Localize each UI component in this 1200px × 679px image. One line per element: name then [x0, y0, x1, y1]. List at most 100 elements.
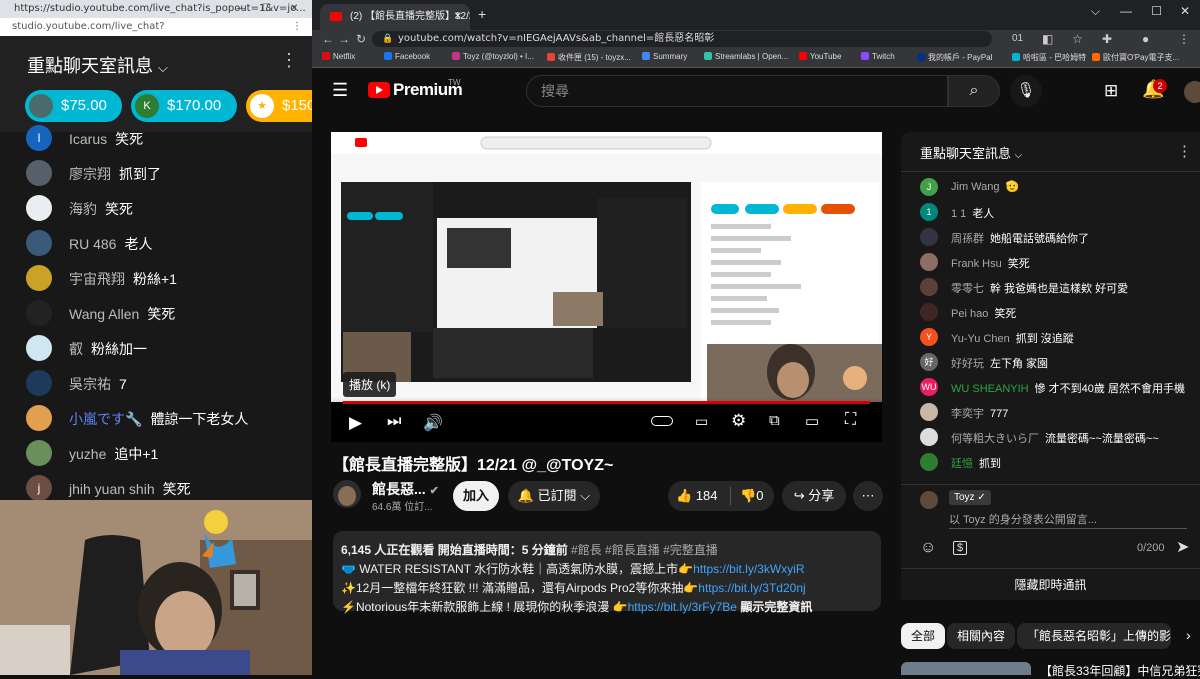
back-icon[interactable]: ← — [322, 30, 334, 48]
bookmark-item[interactable]: YouTube — [799, 52, 841, 61]
share-button[interactable]: ↪ 分享 — [782, 481, 846, 511]
avatar[interactable]: 1 — [920, 203, 938, 221]
description-link[interactable]: https://bit.ly/3kWxyiR — [693, 562, 804, 576]
address-bar[interactable]: 🔒 youtube.com/watch?v=nIEGAejAAVs&ab_cha… — [372, 31, 992, 47]
message-author[interactable]: 零零七幹 我爸媽也是這樣欸 好可愛 — [951, 280, 1128, 296]
message-author[interactable]: Wang Allen 笑死 — [69, 304, 175, 324]
close-icon[interactable]: ✕ — [290, 0, 298, 18]
bookmark-item[interactable]: 哈啦區 - 巴哈姆特 — [1012, 52, 1086, 63]
tab-search-icon[interactable]: ⌵ — [1091, 4, 1100, 19]
channel-avatar[interactable] — [333, 480, 361, 508]
message-author[interactable]: 廷憶 抓到 — [951, 455, 1001, 471]
extension-icon[interactable]: 01 — [1012, 30, 1023, 48]
theater-mode-icon[interactable]: ▭ — [805, 412, 819, 430]
youtube-logo-icon[interactable] — [368, 82, 390, 98]
hamburger-menu-icon[interactable]: ☰ — [332, 80, 348, 101]
bookmark-item[interactable]: Streamlabs | Open... — [704, 52, 788, 61]
avatar[interactable] — [920, 428, 938, 446]
extension-icon[interactable]: ◧ — [1042, 30, 1053, 48]
play-icon[interactable]: ▶ — [349, 413, 362, 433]
puzzle-icon[interactable]: ✚ — [1102, 30, 1112, 48]
chevron-right-icon[interactable]: › — [1186, 627, 1191, 643]
avatar[interactable]: j — [26, 475, 52, 501]
emoji-icon[interactable]: ☺ — [920, 539, 936, 557]
bookmark-item[interactable]: 收件匣 (15) - toyzx... — [547, 52, 631, 63]
volume-icon[interactable]: 🔊 — [423, 413, 443, 433]
avatar[interactable] — [26, 300, 52, 326]
close-tab-icon[interactable]: ✕ — [454, 4, 462, 30]
voice-search-button[interactable]: 🎙 — [1010, 75, 1042, 107]
account-avatar[interactable] — [1184, 81, 1200, 103]
bookmark-item[interactable]: Twitch — [861, 52, 895, 61]
send-icon[interactable]: ➤ — [1176, 537, 1189, 557]
description-link[interactable]: https://bit.ly/3Td20nj — [698, 581, 805, 595]
message-author[interactable]: 小嵐です🔧 體諒一下老女人 — [69, 409, 248, 429]
subtitles-icon[interactable]: ▭ — [695, 413, 708, 430]
avatar[interactable] — [920, 303, 938, 321]
create-video-icon[interactable]: ⊞ — [1104, 81, 1118, 101]
maximize-icon[interactable]: ☐ — [262, 0, 271, 18]
message-author[interactable]: Pei hao 笑死 — [951, 305, 1016, 321]
message-author[interactable]: Icarus 笑死 — [69, 129, 143, 149]
bookmark-item[interactable]: 我的帳戶 - PayPal — [917, 52, 992, 63]
settings-gear-icon[interactable]: ⚙ — [731, 411, 746, 431]
avatar[interactable] — [920, 453, 938, 471]
super-chat-ticker[interactable]: ★ $150 — [246, 90, 312, 122]
avatar[interactable]: Y — [920, 328, 938, 346]
next-icon[interactable]: ⏭ — [387, 413, 401, 431]
message-author[interactable]: jhih yuan shih 笑死 — [69, 479, 191, 499]
avatar[interactable] — [26, 335, 52, 361]
super-chat-icon[interactable]: $ — [953, 541, 968, 555]
bookmark-item[interactable]: Toyz (@toyzlol) • I... — [452, 52, 534, 61]
message-author[interactable]: 廖宗翔 抓到了 — [69, 164, 161, 184]
chat-mode-dropdown[interactable]: 重點聊天室訊息 ⌵ — [920, 143, 1022, 162]
new-tab-icon[interactable]: + — [478, 6, 486, 22]
chat-mode-dropdown[interactable]: 重點聊天室訊息 ⌵ — [27, 52, 168, 78]
message-author[interactable]: 宇宙飛翔 粉絲+1 — [69, 269, 177, 289]
kebab-menu-icon[interactable]: ⋮ — [280, 50, 298, 71]
message-author[interactable]: 周孫群 她船電話號碼給你了 — [951, 230, 1089, 246]
close-window-icon[interactable]: ✕ — [1180, 4, 1190, 18]
description-link[interactable]: https://bit.ly/3rFy7Be — [628, 600, 737, 614]
message-author[interactable]: Yu-Yu Chen 抓到 沒追蹤 — [951, 330, 1074, 346]
super-chat-ticker[interactable]: $75.00 — [25, 90, 122, 122]
message-author[interactable]: 李奕宇 777 — [951, 405, 1008, 421]
reload-icon[interactable]: ↻ — [356, 30, 366, 48]
avatar[interactable]: 好 — [920, 353, 938, 371]
chrome-menu-icon[interactable]: ⋮ — [1178, 30, 1190, 48]
chip-related[interactable]: 相關內容 — [947, 623, 1016, 649]
message-author[interactable]: 何等粗大きいら厂 流量密碼~~流量密碼~~ — [951, 430, 1159, 446]
chip-all[interactable]: 全部 — [901, 623, 946, 649]
avatar[interactable] — [26, 440, 52, 466]
super-chat-ticker[interactable]: K $170.00 — [131, 90, 237, 122]
profile-icon[interactable]: ● — [1142, 30, 1149, 48]
message-author[interactable]: 叡粉絲加一 — [69, 339, 147, 359]
show-more-link[interactable]: 顯示完整資訊 — [740, 600, 812, 614]
video-player[interactable]: 播放 (k) ▶ ⏭ 🔊 ▭ ⚙ ⧉ ▭ ⛶ — [331, 132, 882, 442]
avatar[interactable] — [26, 195, 52, 221]
message-author[interactable]: 吳宗祐 7 — [69, 374, 127, 394]
more-icon[interactable]: ⋮ — [292, 18, 302, 36]
minimize-icon[interactable]: — — [1120, 4, 1132, 18]
message-author[interactable]: WU SHEANYIH 慘 才不到40歲 居然不會用手機 — [951, 380, 1185, 396]
bookmark-star-icon[interactable]: ☆ — [1072, 30, 1083, 48]
avatar[interactable] — [920, 228, 938, 246]
avatar[interactable] — [26, 405, 52, 431]
kebab-menu-icon[interactable]: ⋮ — [1177, 142, 1192, 160]
chip-channel-uploads[interactable]: 「館長惡名昭彰」上傳的影片 — [1017, 623, 1171, 649]
avatar[interactable] — [920, 403, 938, 421]
bookmark-item[interactable]: 歐付寶O'Pay電子支... — [1092, 52, 1179, 63]
forward-icon[interactable]: → — [338, 30, 350, 48]
video-description[interactable]: 6,145 人正在觀看 開始直播時間：5 分鐘前 #館長 #館長直播 #完整直播… — [333, 531, 881, 614]
dislike-button[interactable]: 👎0 — [740, 481, 763, 511]
popout-address-bar[interactable]: studio.youtube.com/live_chat?is_popout=1… — [0, 18, 312, 50]
avatar[interactable]: WU — [920, 378, 938, 396]
like-button[interactable]: 👍 184 — [676, 481, 718, 511]
avatar[interactable] — [26, 160, 52, 186]
message-author[interactable]: yuzhe 追中+1 — [69, 444, 158, 464]
avatar[interactable]: I — [26, 125, 52, 151]
fullscreen-icon[interactable]: ⛶ — [845, 411, 856, 429]
maximize-icon[interactable]: ☐ — [1151, 4, 1162, 18]
chat-input[interactable]: 以 Toyz 的身分發表公開留言... — [949, 511, 1187, 529]
message-author[interactable]: Frank Hsu 笑死 — [951, 255, 1030, 271]
